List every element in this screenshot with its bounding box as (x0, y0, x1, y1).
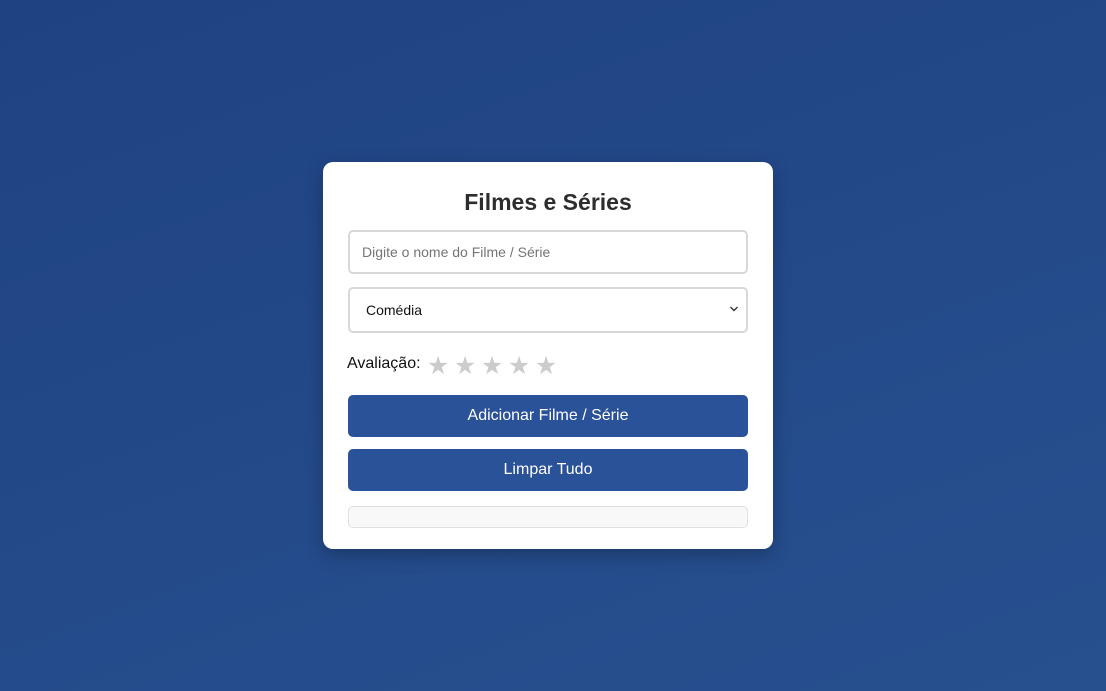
add-title-button[interactable]: Adicionar Filme / Série (348, 395, 748, 437)
movie-form-card: Filmes e Séries Comédia Avaliação: ★ ★ ★… (323, 162, 773, 549)
genre-select-wrapper: Comédia (348, 287, 748, 333)
star-icon-4[interactable]: ★ (506, 352, 533, 380)
page-title: Filmes e Séries (464, 189, 632, 215)
star-icon-2[interactable]: ★ (452, 352, 479, 380)
titles-list (348, 506, 748, 528)
rating-row: Avaliação: ★ ★ ★ ★ ★ (347, 350, 748, 380)
rating-label: Avaliação: (347, 355, 421, 372)
genre-select[interactable]: Comédia (348, 287, 748, 333)
star-rating: ★ ★ ★ ★ ★ (425, 350, 560, 380)
star-icon-1[interactable]: ★ (425, 352, 452, 380)
clear-all-button[interactable]: Limpar Tudo (348, 449, 748, 491)
star-icon-5[interactable]: ★ (533, 352, 560, 380)
title-name-input[interactable] (348, 230, 748, 274)
star-icon-3[interactable]: ★ (479, 352, 506, 380)
